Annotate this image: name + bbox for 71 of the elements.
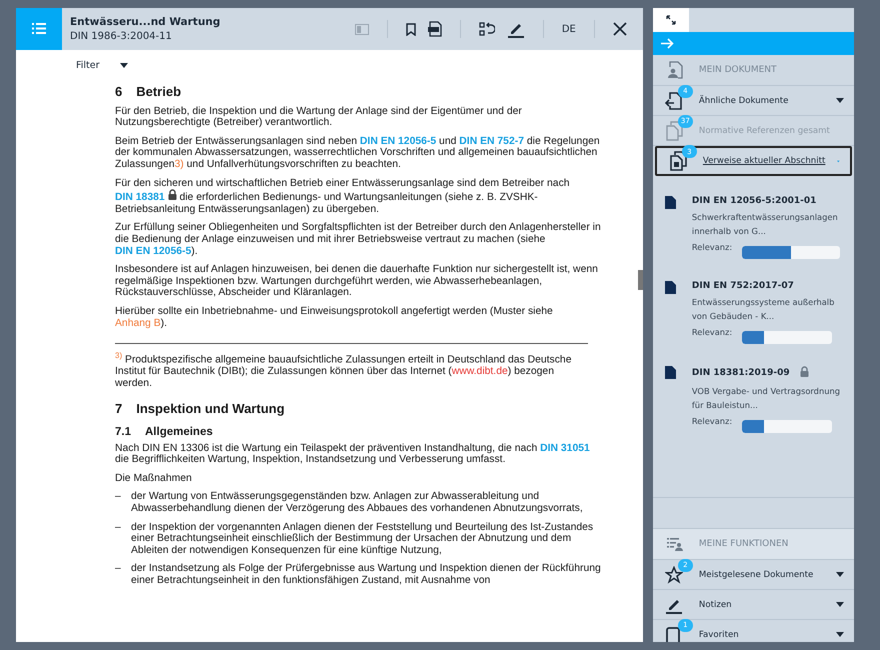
bookmark-icon xyxy=(406,22,416,36)
list-item-text: der Inspektion der vorgenannten Anlagen dienen der Feststellung und Beurteilung des Ist-Zustandes einer Betrachtungseinheit einschließlich der Bestimmung der Ursachen der Abnutzung und dem Ableiten der notwendigen Konsequenzen für eine künftige Nutzung, xyxy=(131,522,594,556)
web-link[interactable]: www.dibt.de xyxy=(452,366,508,378)
caret-icon xyxy=(836,572,844,577)
arrow-right-icon xyxy=(660,38,674,49)
resize-arrows-icon xyxy=(666,15,676,25)
caret-icon xyxy=(836,632,844,637)
result-title[interactable]: DIN 18381:2019-09 xyxy=(692,368,790,378)
result-description: Entwässerungssysteme außerhalb von Gebäuden - K... xyxy=(692,296,836,323)
scrollbar-thumb[interactable] xyxy=(638,270,643,290)
lock-icon xyxy=(800,366,809,377)
close-button[interactable] xyxy=(610,20,629,38)
document-number: DIN 1986-3:2004-11 xyxy=(70,31,173,42)
list-item-text: der Instandsetzung als Folge der Prüfergebnisse aus Wartung und Inspektion dienen der Rückführung einer Betrachtungseinheit in den funktionsfähigen Zustand, mit Ausnahme von xyxy=(131,563,602,586)
pdf-file-icon xyxy=(428,21,442,37)
device-icon xyxy=(664,624,681,642)
caret-icon xyxy=(836,98,844,103)
section-heading: Inspektion und Wartung xyxy=(136,403,285,415)
swap-icon xyxy=(478,22,495,36)
list-item-text: der Wartung von Entwässerungsgegenständen bzw. Anlagen zur Abwasserableitung und Abwasserbehandlung dienen der Verzögerung des Abbaues des vorhandenen Abnutzungsvorrats, xyxy=(131,491,584,514)
filter-dropdown[interactable]: Filter xyxy=(74,58,130,72)
document-import-icon xyxy=(664,90,683,110)
paragraph: Für den Betrieb, die Inspektion und die Wartung der Anlage sind der Eigentümer und der Nutzungsberechtigte (Betreiber) verantwortlich. xyxy=(115,106,523,129)
user-document-icon xyxy=(666,61,683,79)
section-title: MEIN DOKUMENT xyxy=(698,65,777,75)
relevance-label: Relevanz: xyxy=(692,416,732,426)
split-view-icon xyxy=(354,24,369,34)
result-description: VOB Vergabe- und Vertragsordnung für Bauleistun... xyxy=(692,385,841,412)
paragraph: Insbesondere ist auf Anlagen hinzuweisen, bei denen die dauerhafte Funktion nur sichergestellt ist, wenn regelmäßige Inspektionen bzw. Wartungen durchgeführt werden, wie Abwasserhebeanlagen, Rückstauverschlüsse, Abscheider und Kläranlagen. xyxy=(115,264,599,299)
paragraph: Zur Erfüllung seiner Obliegenheiten und Sorgfaltspflichten ist der Betreiber durch den Anlagenhersteller in die Bedienung der Anlage einzuweisen und mit ihrer Betriebsweise vertraut zu machen (siehe DIN EN 12056-5). xyxy=(115,222,602,258)
result-title[interactable]: DIN EN 12056-5:2001-01 xyxy=(692,196,816,206)
document-icon xyxy=(664,366,676,379)
menu-button[interactable] xyxy=(16,8,62,50)
list-dash: – xyxy=(115,563,122,576)
lock-icon xyxy=(168,189,177,200)
footnote: $^{3)}$ Produktspezifische allgemeine bauaufsichtliche Zulassungen erteilt in Deutschland das Deutsche Institut für Bautechnik (DIBt); die Zulassungen können über das Internet (www.dibt.de) bezogen werden. xyxy=(115,343,588,390)
expand-button[interactable] xyxy=(652,8,689,32)
section-title: MEINE FUNKTIONEN xyxy=(698,539,788,549)
star-icon xyxy=(664,566,683,584)
section-number: 7 xyxy=(115,403,122,415)
documents-icon xyxy=(664,120,683,140)
subsection-heading: Allgemeines xyxy=(145,426,213,439)
paragraph: Für den sicheren und wirtschaftlichen Betrieb einer Entwässerungsanlage sind dem Betreiber nach DIN 18381 die erforderlichen Bedienungs- und Wartungsanleitungen (siehe z. B. ZVSHK-Betriebsanleitung Entwässerungsanlagen) zu übergeben. xyxy=(115,178,571,216)
pdf-button[interactable] xyxy=(426,19,444,39)
compare-button[interactable] xyxy=(476,20,497,38)
paragraph: Hierüber sollte ein Inbetriebnahme- und Einweisungsprotokoll angefertigt werden (Muster siehe Anhang B). xyxy=(115,306,554,330)
language-button[interactable]: DE xyxy=(560,22,578,36)
paragraph: Beim Betrieb der Entwässerungsanlagen sind neben DIN EN 12056-5 und DIN EN 752-7 die Regelungen der kommunalen Abwassersatzungen, wasserrechtlichen Vorschriften und allgemeinen bauaufsichtlichen Zulassungen3) und Unfallverhütungsvorschriften zu beachten. xyxy=(115,136,601,171)
result-title[interactable]: DIN EN 752:2017-07 xyxy=(692,281,794,291)
relevance-label: Relevanz: xyxy=(692,242,732,252)
bookmark-button[interactable] xyxy=(404,20,418,38)
section-heading: Betrieb xyxy=(136,86,182,98)
caret-icon xyxy=(120,62,128,68)
caret-icon xyxy=(836,602,844,607)
close-icon xyxy=(612,22,627,36)
list-dash: – xyxy=(115,522,122,534)
sidebar-item[interactable]: Notizen xyxy=(652,590,854,620)
panel-toggle-button[interactable] xyxy=(352,22,371,36)
menu-icon xyxy=(32,23,46,35)
paragraph: Nach DIN EN 13306 ist die Wartung ein Teilaspekt der präventiven Instandhaltung, die nach DIN 31051 die Begrifflichkeiten Wartung, Inspektion, Instandsetzung und Verbesserung umfasst. xyxy=(115,442,591,466)
result-description: Schwerkraftentwässerungsanlagen innerhalb von G... xyxy=(692,211,839,238)
relevance-label: Relevanz: xyxy=(692,327,732,337)
document-icon xyxy=(664,196,676,209)
document-icon xyxy=(664,281,676,294)
list-dash: – xyxy=(115,491,122,504)
section-number: 7.1 xyxy=(115,426,131,439)
paragraph: Die Maßnahmen xyxy=(115,472,193,484)
user-list-icon xyxy=(666,537,683,551)
documents-icon xyxy=(668,151,687,171)
document-title: Entwässeru...nd Wartung xyxy=(70,16,222,28)
section-number: 6 xyxy=(115,86,122,98)
